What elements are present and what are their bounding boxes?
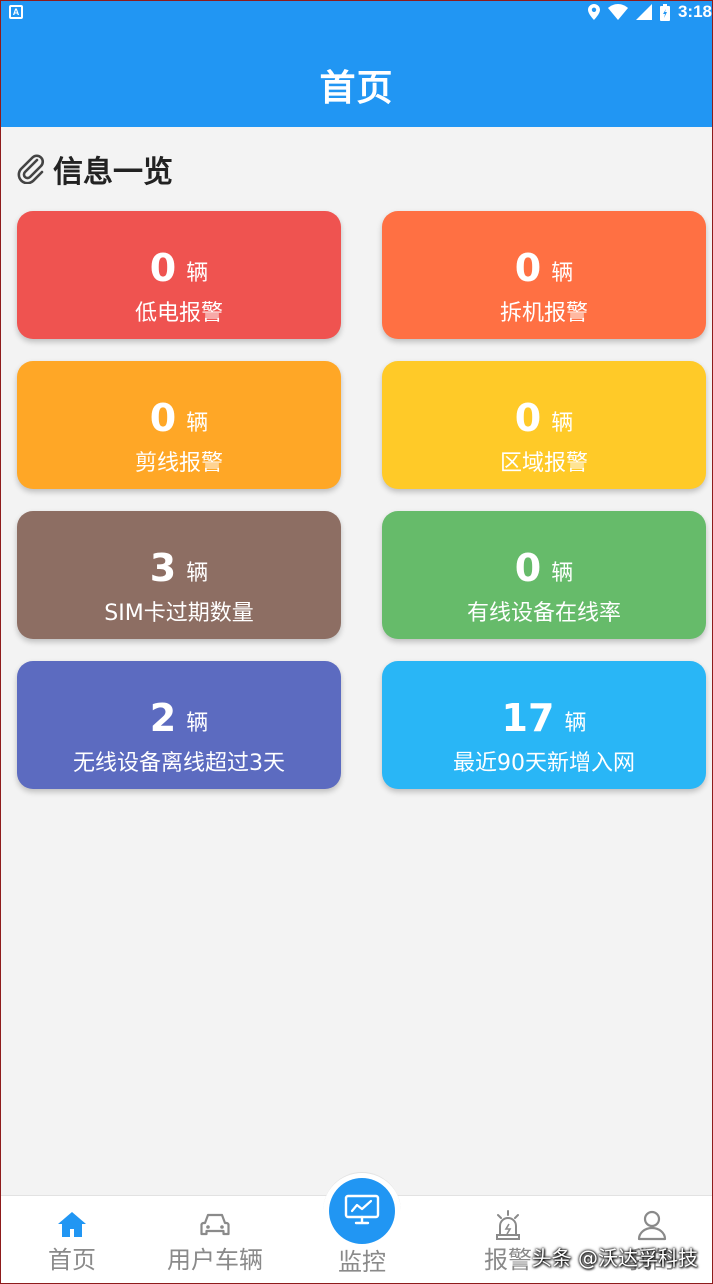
card-label: 最近90天新增入网 [453,751,635,776]
card-value: 0 [514,246,542,290]
card-unit: 辆 [551,561,574,586]
card-label: 剪线报警 [134,451,223,476]
nav-item-user-vehicles[interactable]: 用户车辆 [144,1196,286,1283]
section-title: 信息一览 [53,155,173,190]
status-time: 3:18 [677,2,712,21]
paperclip-icon [17,154,44,184]
alarm-siren-icon [496,1210,520,1240]
card-sim-expired[interactable]: 3辆 SIM卡过期数量 [17,511,341,639]
card-value: 2 [149,696,177,740]
card-value: 17 [501,696,555,740]
card-unit: 辆 [564,711,587,736]
card-value: 0 [514,546,542,590]
status-icons: 3:18 [587,2,712,22]
user-icon [637,1210,667,1241]
card-area-alarm[interactable]: 0辆 区域报警 [382,361,706,489]
title-bar: 首页 [1,23,712,127]
card-unit: 辆 [186,261,209,286]
location-icon [587,4,600,20]
status-bar: A 3:18 [1,1,712,23]
card-low-battery-alarm[interactable]: 0辆 低电报警 [17,211,341,339]
page-title: 首页 [319,68,394,109]
card-label: 无线设备离线超过3天 [73,751,285,776]
card-unit: 辆 [551,261,574,286]
card-label: 低电报警 [134,301,223,326]
card-label: 有线设备在线率 [466,601,621,626]
card-new-network-90-days[interactable]: 17 辆 最近90天新增入网 [382,661,706,789]
card-value: 0 [514,396,542,440]
notification-icon: A [9,5,23,19]
card-value: 0 [149,396,177,440]
nav-item-home[interactable]: 首页 [1,1196,143,1283]
watermark: 头条 @沃达孚科技 [531,1246,698,1270]
card-unit: 辆 [186,561,209,586]
nav-label: 监控 [338,1248,386,1276]
wifi-icon [607,4,628,20]
card-dismantle-alarm[interactable]: 0辆 拆机报警 [382,211,706,339]
battery-icon [659,3,670,21]
home-icon [58,1212,86,1237]
signal-icon [635,4,652,20]
app-screen: A 3:18 首页 信息一览 0辆 低电报警 0辆 拆机报警 0辆 剪线报警 0… [0,0,713,1284]
card-wired-online-rate[interactable]: 0辆 有线设备在线率 [382,511,706,639]
card-unit: 辆 [186,711,209,736]
card-unit: 辆 [551,411,574,436]
nav-label: 首页 [48,1246,96,1274]
section-header: 信息一览 [17,149,173,190]
card-label: 区域报警 [499,451,588,476]
card-unit: 辆 [186,411,209,436]
card-label: 拆机报警 [499,301,588,326]
nav-item-monitor[interactable]: 监控 [291,1196,433,1283]
bottom-nav: 首页 用户车辆 监控 报警 我的 头条 @沃达孚科技 [1,1172,712,1283]
card-label: SIM卡过期数量 [104,601,254,626]
card-wireless-offline[interactable]: 2辆 无线设备离线超过3天 [17,661,341,789]
card-value: 0 [149,246,177,290]
car-icon [200,1213,230,1236]
nav-label: 用户车辆 [167,1246,263,1274]
card-value: 3 [149,546,177,590]
card-wire-cut-alarm[interactable]: 0辆 剪线报警 [17,361,341,489]
